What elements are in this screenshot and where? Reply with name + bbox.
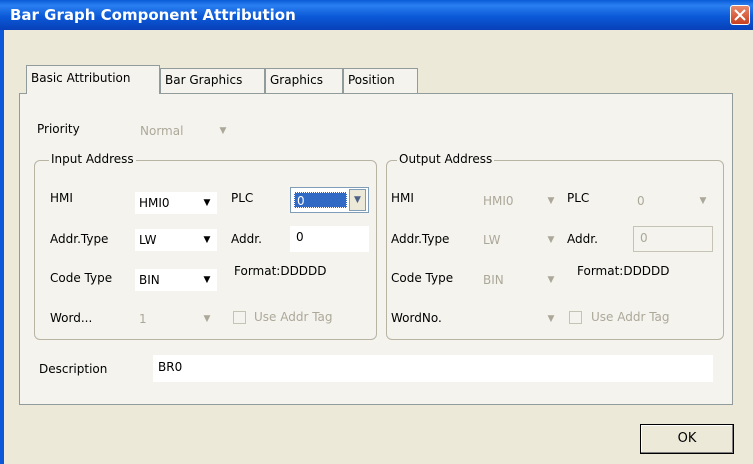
input-addr-label: Addr. xyxy=(231,232,262,246)
input-word-select[interactable]: 1 ▼ xyxy=(135,308,217,330)
input-hmi-label: HMI xyxy=(50,191,73,205)
close-button[interactable] xyxy=(730,5,750,25)
input-plc-label: PLC xyxy=(231,191,254,205)
input-addr-type-label: Addr.Type xyxy=(50,232,109,246)
input-word-value: 1 xyxy=(139,312,147,326)
ok-button[interactable]: OK xyxy=(640,424,734,454)
tab-basic-attribution[interactable]: Basic Attribution xyxy=(26,65,160,94)
output-word-select[interactable]: ▼ xyxy=(479,308,561,330)
input-word-label: Word... xyxy=(50,311,93,325)
chevron-down-icon: ▼ xyxy=(203,275,211,285)
description-field[interactable]: BR0 xyxy=(153,355,713,382)
input-plc-select[interactable]: 0 ▼ xyxy=(290,187,369,213)
window-border xyxy=(0,30,4,464)
description-label: Description xyxy=(39,362,108,376)
output-code-type-label: Code Type xyxy=(391,271,454,285)
output-plc-select[interactable]: 0 ▼ xyxy=(633,190,713,212)
title-bar: Bar Graph Component Attribution xyxy=(0,0,753,30)
tab-graphics[interactable]: Graphics xyxy=(265,68,343,93)
chevron-down-icon: ▼ xyxy=(547,314,555,324)
output-addr-label: Addr. xyxy=(567,232,598,246)
chevron-down-icon: ▼ xyxy=(203,235,211,245)
output-plc-value: 0 xyxy=(637,194,645,208)
input-use-addr-tag-checkbox[interactable] xyxy=(233,311,246,324)
chevron-down-icon: ▼ xyxy=(349,189,366,211)
input-use-addr-tag-label: Use Addr Tag xyxy=(254,310,333,324)
input-code-type-value: BIN xyxy=(139,273,160,287)
input-hmi-select[interactable]: HMI0 ▼ xyxy=(135,192,217,214)
chevron-down-icon: ▼ xyxy=(219,126,227,136)
chevron-down-icon: ▼ xyxy=(547,275,555,285)
output-hmi-select[interactable]: HMI0 ▼ xyxy=(479,190,561,212)
chevron-down-icon: ▼ xyxy=(203,314,211,324)
input-plc-value: 0 xyxy=(294,192,347,208)
output-code-type-value: BIN xyxy=(483,273,504,287)
input-address-title: Input Address xyxy=(49,152,136,166)
priority-label: Priority xyxy=(37,122,80,136)
chevron-down-icon: ▼ xyxy=(547,235,555,245)
output-use-addr-tag-checkbox[interactable] xyxy=(569,311,582,324)
input-addr-type-select[interactable]: LW ▼ xyxy=(135,229,217,251)
output-hmi-label: HMI xyxy=(391,191,414,205)
chevron-down-icon: ▼ xyxy=(203,198,211,208)
output-addr-type-label: Addr.Type xyxy=(391,232,450,246)
tab-bar-graphics[interactable]: Bar Graphics xyxy=(160,68,265,93)
output-addr-field[interactable]: 0 xyxy=(633,226,713,252)
input-hmi-value: HMI0 xyxy=(139,196,170,210)
input-format-label: Format:DDDDD xyxy=(234,264,327,278)
output-addr-type-value: LW xyxy=(483,233,501,247)
chevron-down-icon: ▼ xyxy=(547,196,555,206)
output-format-label: Format:DDDDD xyxy=(577,264,670,278)
output-code-type-select[interactable]: BIN ▼ xyxy=(479,269,561,291)
input-addr-field[interactable]: 0 xyxy=(290,226,369,252)
window-title: Bar Graph Component Attribution xyxy=(10,6,296,24)
chevron-down-icon: ▼ xyxy=(699,196,707,206)
output-address-title: Output Address xyxy=(397,152,495,166)
input-code-type-select[interactable]: BIN ▼ xyxy=(135,269,217,291)
priority-value: Normal xyxy=(140,124,184,138)
priority-select[interactable]: Normal ▼ xyxy=(136,120,233,142)
input-code-type-label: Code Type xyxy=(50,271,113,285)
output-plc-label: PLC xyxy=(567,191,590,205)
output-use-addr-tag-label: Use Addr Tag xyxy=(591,310,670,324)
output-word-label: WordNo. xyxy=(391,311,442,325)
output-addr-type-select[interactable]: LW ▼ xyxy=(479,229,561,251)
close-icon xyxy=(734,9,746,21)
output-hmi-value: HMI0 xyxy=(483,194,514,208)
tab-position[interactable]: Position xyxy=(343,68,418,93)
input-addr-type-value: LW xyxy=(139,233,157,247)
